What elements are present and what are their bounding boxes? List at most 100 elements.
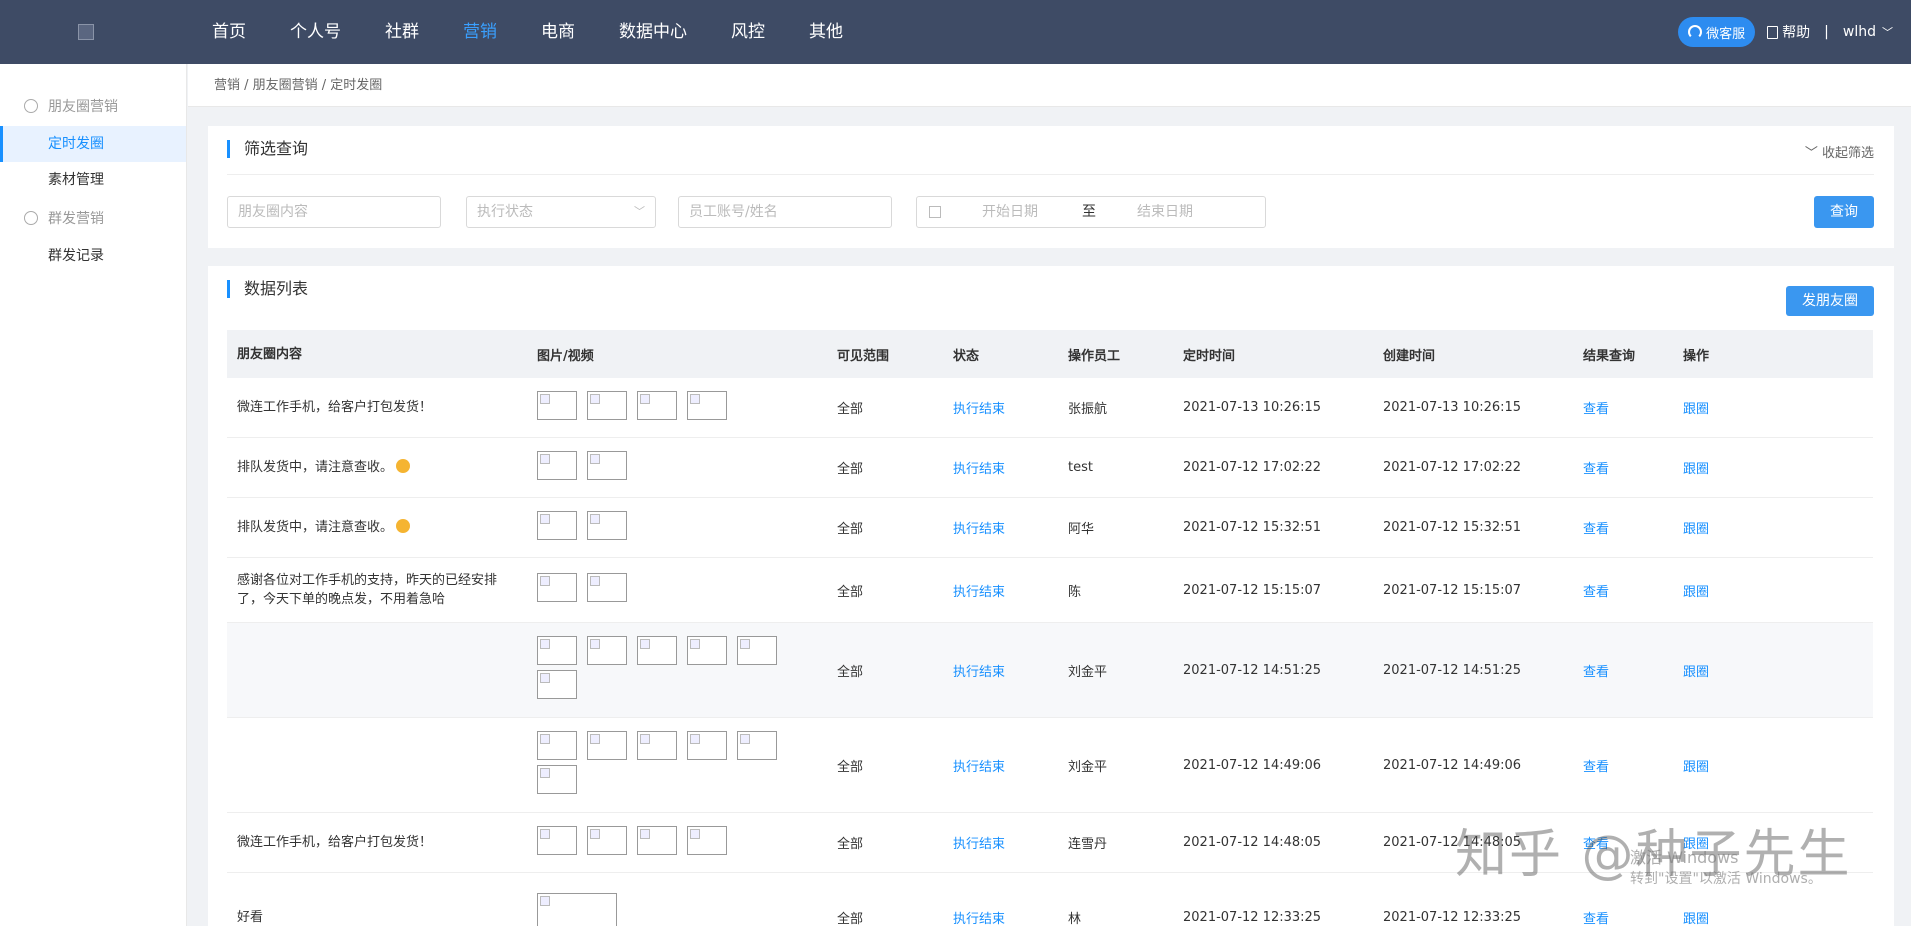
column-header: 操作	[1683, 348, 1710, 364]
nav-item-home[interactable]: 首页	[190, 0, 268, 64]
nav-item-community[interactable]: 社群	[363, 0, 441, 64]
status-link[interactable]: 执行结束	[943, 833, 1058, 852]
image-thumbnail[interactable]	[637, 825, 677, 855]
status-link[interactable]: 执行结束	[943, 398, 1058, 417]
image-thumbnail[interactable]	[687, 825, 727, 855]
nav-item-ecommerce[interactable]: 电商	[519, 0, 597, 64]
calendar-icon	[929, 206, 941, 218]
employee-search-input[interactable]: 员工账号/姓名	[678, 196, 892, 228]
scheduled-time: 2021-07-12 14:49:06	[1183, 757, 1322, 773]
view-result-link[interactable]: 查看	[1573, 908, 1673, 926]
view-result-link[interactable]: 查看	[1573, 518, 1673, 537]
emoji-icon	[396, 519, 411, 533]
query-button[interactable]: 查询	[1814, 196, 1874, 228]
nav-item-other[interactable]: 其他	[787, 0, 865, 64]
chevron-down-icon: ﹀	[1804, 146, 1822, 161]
image-thumbnail[interactable]	[537, 450, 577, 480]
media-cell	[527, 510, 827, 545]
status-link[interactable]: 执行结束	[943, 581, 1058, 600]
user-menu[interactable]: wlhd ﹀	[1843, 24, 1893, 40]
scheduled-time: 2021-07-12 17:02:22	[1183, 460, 1322, 475]
main-nav: 首页 个人号 社群 营销 电商 数据中心 风控 其他	[190, 0, 865, 64]
media-cell	[527, 636, 827, 704]
status-link[interactable]: 执行结束	[943, 518, 1058, 537]
follow-post-link[interactable]: 跟圈	[1673, 398, 1773, 417]
sidebar-group-moments[interactable]: 朋友圈营销	[0, 86, 186, 126]
image-thumbnail[interactable]	[587, 510, 627, 540]
follow-post-link[interactable]: 跟圈	[1673, 756, 1773, 775]
filter-panel: 筛选查询 ﹀ 收起筛选 朋友圈内容 执行状态 ﹀ 员工账号/姓名 开始日期 至 …	[208, 126, 1894, 248]
image-thumbnail[interactable]	[637, 390, 677, 420]
image-thumbnail[interactable]	[737, 636, 777, 665]
image-thumbnail[interactable]	[737, 731, 777, 760]
follow-post-link[interactable]: 跟圈	[1673, 581, 1773, 600]
sidebar-item-mass-send-records[interactable]: 群发记录	[0, 238, 186, 274]
gear-icon	[24, 99, 38, 113]
content-search-input[interactable]: 朋友圈内容	[227, 196, 441, 228]
view-result-link[interactable]: 查看	[1573, 398, 1673, 417]
follow-post-link[interactable]: 跟圈	[1673, 518, 1773, 537]
image-thumbnail[interactable]	[587, 825, 627, 855]
follow-post-link[interactable]: 跟圈	[1673, 908, 1773, 926]
view-result-link[interactable]: 查看	[1573, 756, 1673, 775]
follow-post-link[interactable]: 跟圈	[1673, 458, 1773, 477]
image-thumbnail[interactable]	[537, 636, 577, 665]
image-thumbnail[interactable]	[537, 731, 577, 760]
image-thumbnail[interactable]	[537, 390, 577, 420]
image-thumbnail[interactable]	[637, 636, 677, 665]
view-result-link[interactable]: 查看	[1573, 458, 1673, 477]
status-link[interactable]: 执行结束	[943, 458, 1058, 477]
view-result-link[interactable]: 查看	[1573, 581, 1673, 600]
image-thumbnail[interactable]	[687, 731, 727, 760]
image-thumbnail[interactable]	[587, 731, 627, 760]
image-thumbnail[interactable]	[637, 731, 677, 760]
status-link[interactable]: 执行结束	[943, 908, 1058, 926]
help-link[interactable]: 帮助	[1767, 22, 1810, 42]
image-thumbnail[interactable]	[537, 510, 577, 540]
operator: 林	[1068, 912, 1082, 926]
list-title: 数据列表	[227, 280, 308, 298]
windows-activation-title: 激活 Windows	[1630, 848, 1739, 867]
status-link[interactable]: 执行结束	[943, 661, 1058, 680]
media-cell	[527, 390, 827, 425]
image-thumbnail[interactable]	[537, 573, 577, 602]
media-cell	[527, 450, 827, 485]
sidebar-group-mass-send[interactable]: 群发营销	[0, 198, 186, 238]
status-select[interactable]: 执行状态 ﹀	[466, 196, 656, 228]
image-thumbnail[interactable]	[587, 390, 627, 420]
view-result-link[interactable]: 查看	[1573, 661, 1673, 680]
sidebar-item-scheduled-posts[interactable]: 定时发圈	[0, 126, 186, 162]
end-date-input[interactable]: 结束日期	[1137, 197, 1193, 227]
operator: 连雪丹	[1068, 837, 1108, 852]
image-thumbnail[interactable]	[587, 573, 627, 602]
image-thumbnail[interactable]	[537, 670, 577, 699]
collapse-filter-toggle[interactable]: ﹀ 收起筛选	[1805, 142, 1874, 161]
chevron-down-icon: ﹀	[634, 205, 645, 218]
image-thumbnail[interactable]	[537, 893, 617, 926]
follow-post-link[interactable]: 跟圈	[1673, 661, 1773, 680]
date-range-picker[interactable]: 开始日期 至 结束日期	[916, 196, 1266, 228]
visibility-scope: 全部	[837, 664, 864, 680]
table-row: 排队发货中，请注意查收。 全部 执行结束 test 2021-07-12 17:…	[227, 438, 1873, 498]
nav-item-personal[interactable]: 个人号	[268, 0, 363, 64]
column-header: 操作员工	[1068, 348, 1121, 364]
logo-image[interactable]	[78, 24, 94, 40]
visibility-scope: 全部	[837, 837, 864, 852]
image-thumbnail[interactable]	[537, 825, 577, 855]
image-thumbnail[interactable]	[537, 765, 577, 794]
visibility-scope: 全部	[837, 912, 864, 926]
image-thumbnail[interactable]	[687, 636, 727, 665]
table-row: 全部 执行结束 刘金平 2021-07-12 14:49:06 2021-07-…	[227, 718, 1873, 813]
status-link[interactable]: 执行结束	[943, 756, 1058, 775]
image-thumbnail[interactable]	[587, 450, 627, 480]
post-moments-button[interactable]: 发朋友圈	[1786, 286, 1874, 316]
sidebar-item-materials[interactable]: 素材管理	[0, 162, 186, 198]
operator: 阿华	[1068, 522, 1095, 537]
nav-item-risk-control[interactable]: 风控	[709, 0, 787, 64]
customer-service-button[interactable]: 微客服	[1678, 17, 1756, 47]
image-thumbnail[interactable]	[687, 390, 727, 420]
nav-item-marketing[interactable]: 营销	[441, 0, 519, 64]
start-date-input[interactable]: 开始日期	[982, 197, 1038, 227]
image-thumbnail[interactable]	[587, 636, 627, 665]
nav-item-data-center[interactable]: 数据中心	[597, 0, 709, 64]
